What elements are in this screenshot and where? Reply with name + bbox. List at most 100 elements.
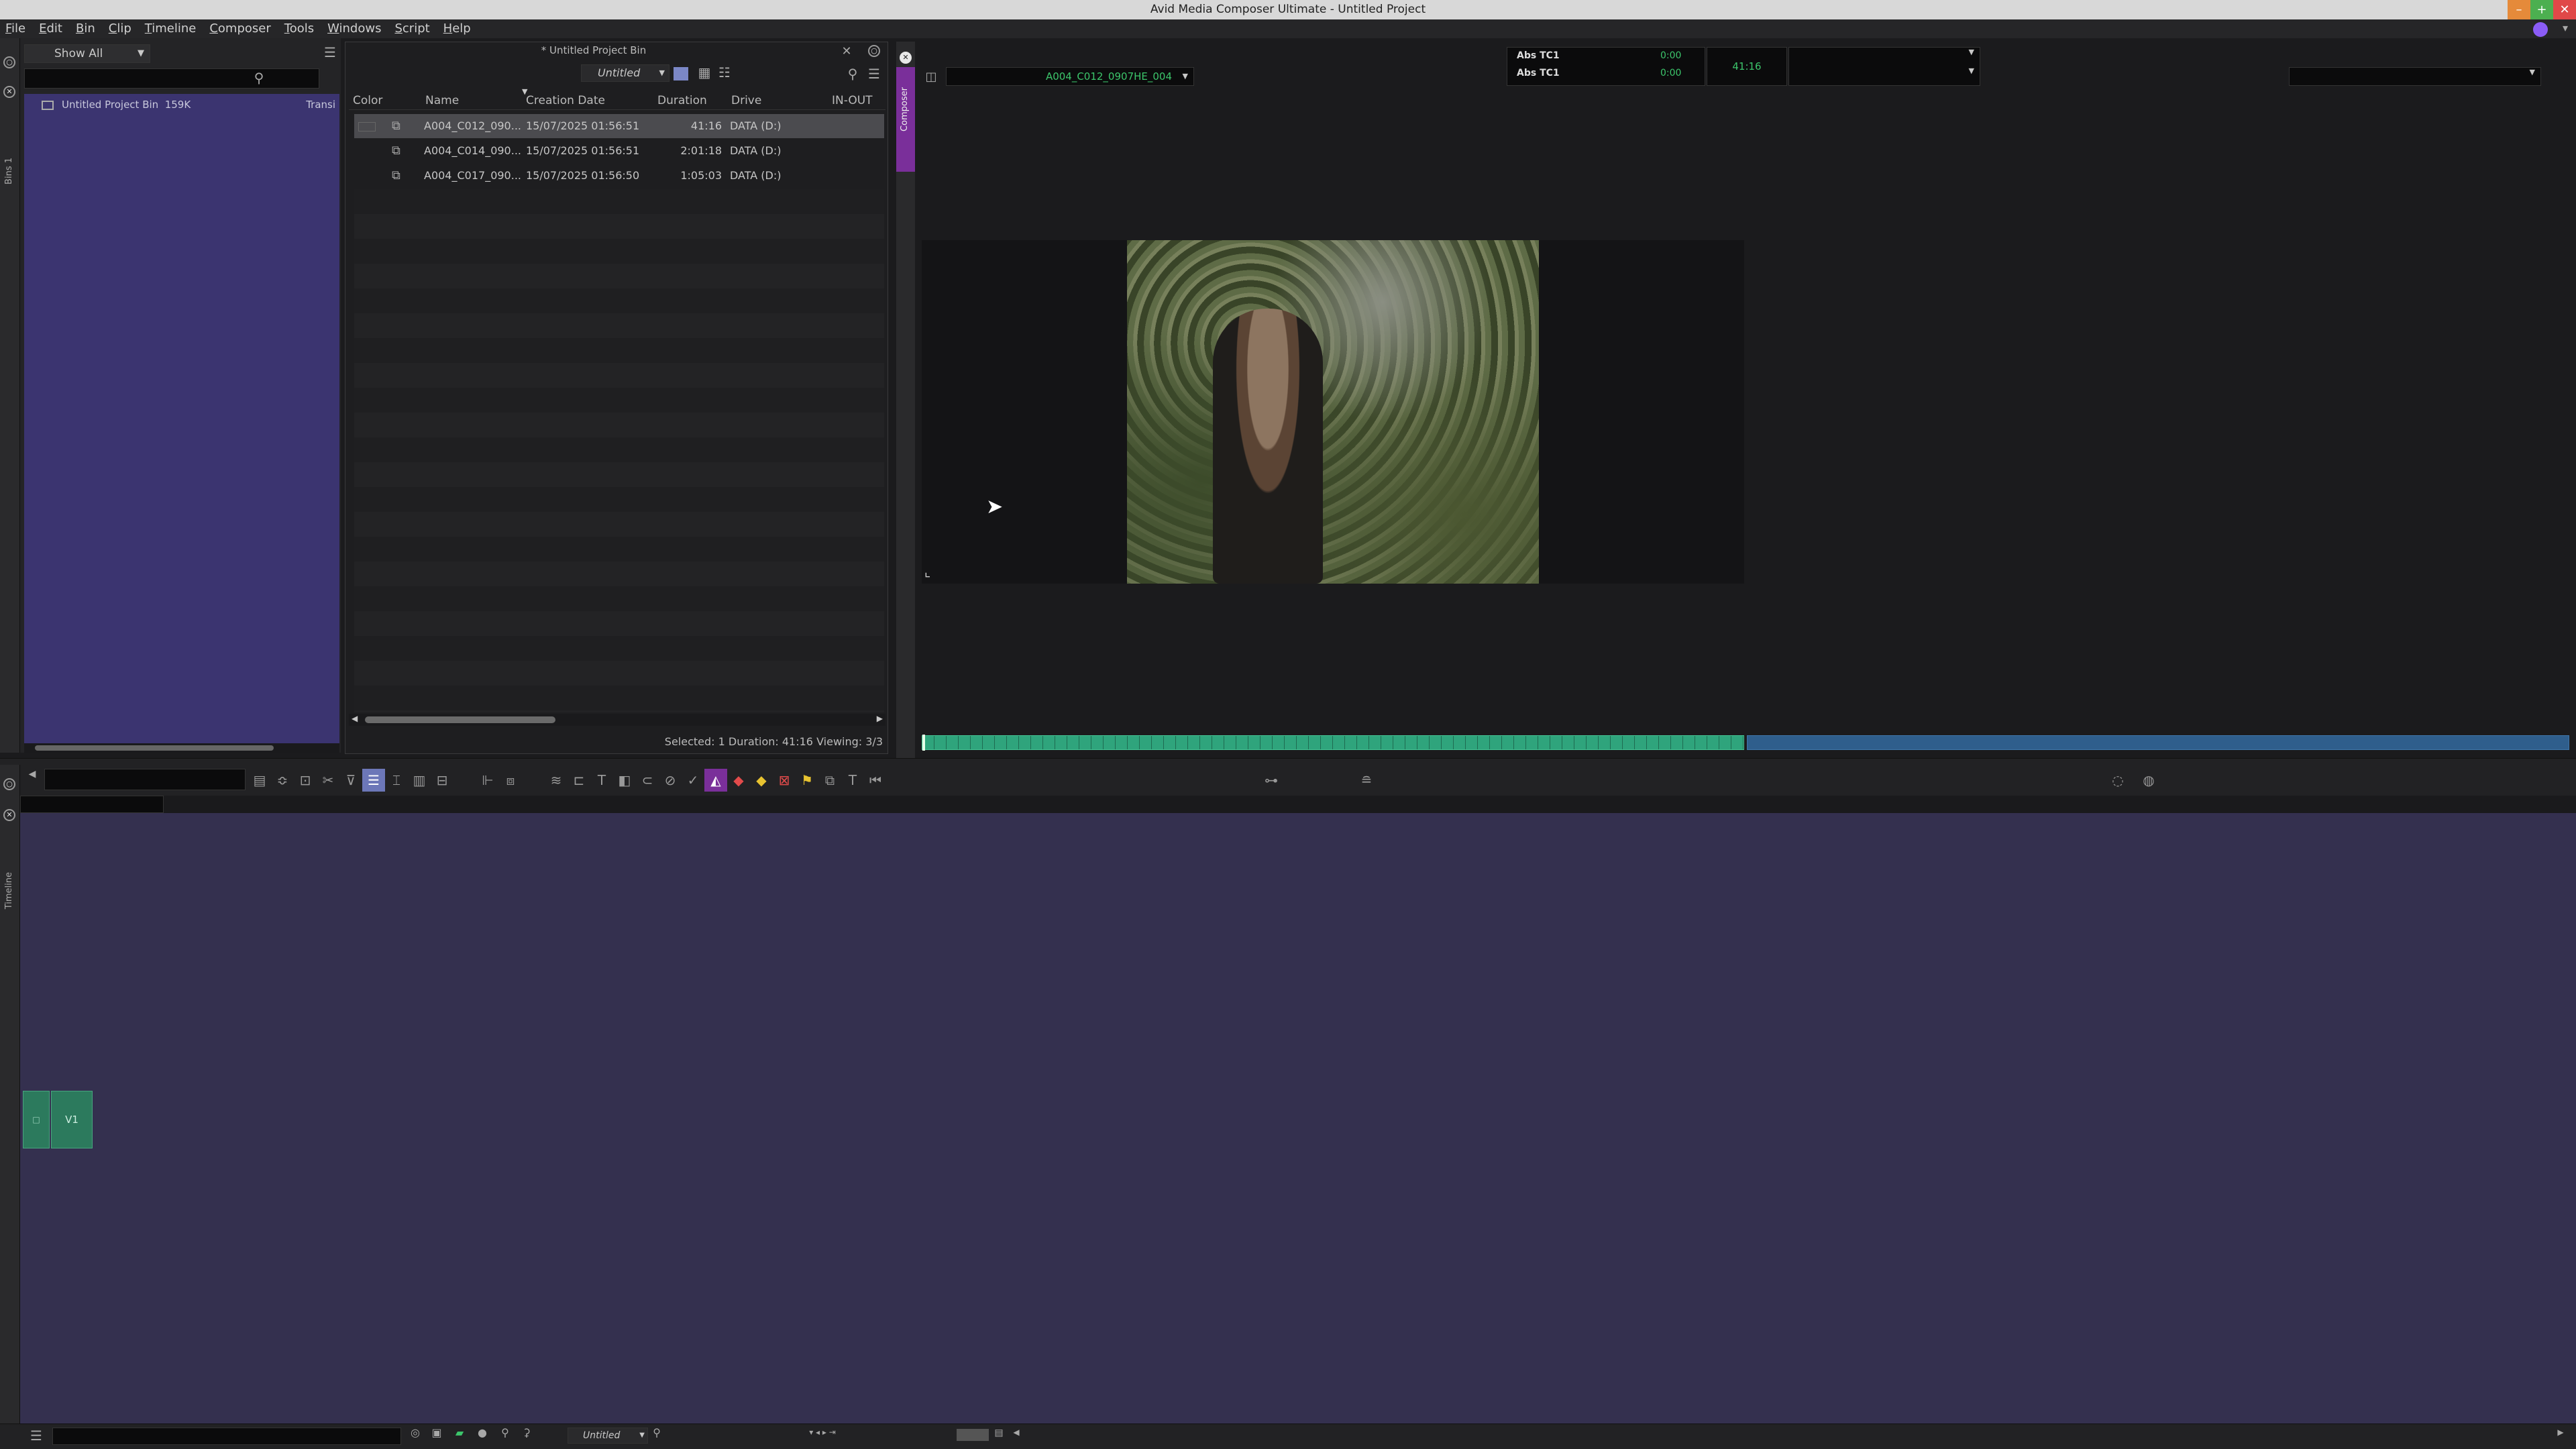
tc-row[interactable]: Abs TC1 0:00 ▼ [1517, 68, 1713, 84]
timeline-search-icon[interactable]: ⚲ [648, 1426, 665, 1439]
record-tool-icon[interactable]: ◆ [727, 769, 750, 792]
list-view-icon[interactable]: ☷ [715, 64, 734, 80]
video-frame[interactable] [1127, 240, 1539, 584]
composer-close-icon[interactable]: ✕ [900, 52, 912, 64]
source-position-bar[interactable] [922, 735, 1744, 751]
timeline-settings-icon[interactable]: ○ [3, 778, 15, 790]
project-settings-icon[interactable]: ○ [3, 56, 15, 68]
timeline-close-icon[interactable]: ✕ [3, 809, 15, 821]
clip-name-menu[interactable]: A004_C012_0907HE_004 ▼ [946, 67, 1194, 86]
scroll-right-icon[interactable]: ▶ [2553, 1428, 2568, 1437]
menu-tools[interactable]: Tools [284, 19, 314, 38]
flag-tool-icon[interactable]: ⚑ [796, 769, 818, 792]
bin-hscroll[interactable]: ◀ ▶ [349, 714, 885, 726]
column-creation-date[interactable]: Creation Date [526, 94, 605, 107]
toggle-left-icon[interactable]: ◀ [23, 769, 42, 780]
track-selector-v1[interactable]: V1 [51, 1091, 93, 1148]
script-view-icon[interactable]: ▦ [695, 64, 714, 80]
list-tool-icon[interactable]: ☰ [362, 769, 385, 792]
menu-dropdown-icon[interactable]: ▾ [2563, 21, 2568, 34]
zoom-toggle-icon[interactable]: ▤ [991, 1428, 1006, 1438]
close-icon[interactable]: ✕ [2553, 0, 2576, 19]
menu-help[interactable]: Help [443, 19, 471, 38]
play-tool-icon[interactable]: ◆ [750, 769, 773, 792]
bin-settings-icon[interactable]: ○ [868, 45, 880, 57]
scroll-right-icon[interactable]: ▶ [877, 714, 883, 723]
project-menu-icon[interactable]: ☰ [322, 44, 338, 60]
lift-tool-icon[interactable]: ⊏ [568, 769, 590, 792]
project-hscroll[interactable] [24, 743, 339, 753]
effect-tool-icon[interactable]: ◭ [704, 769, 727, 792]
minimize-icon[interactable]: – [2508, 0, 2530, 19]
column-in-out[interactable]: IN-OUT [832, 94, 873, 107]
source-tool-icon[interactable]: ⧉ [818, 769, 841, 792]
extract-tool-icon[interactable]: ⊂ [636, 769, 659, 792]
column-duration[interactable]: Duration [657, 94, 707, 107]
stop-tool-icon[interactable]: ⊘ [659, 769, 682, 792]
menu-windows[interactable]: Windows [327, 19, 381, 38]
column-drive[interactable]: Drive [731, 94, 761, 107]
layout-tool-icon[interactable]: ◧ [613, 769, 636, 792]
project-close-icon[interactable]: ✕ [3, 86, 15, 98]
sync-tool-icon[interactable]: ◌ [2106, 769, 2129, 792]
green-toggle-icon[interactable]: ▰ [451, 1426, 468, 1439]
sort-tool-icon[interactable]: ≘ [1355, 769, 1378, 792]
rewind-tool-icon[interactable]: ⏮ [864, 769, 887, 792]
timeline-name-field[interactable] [44, 769, 246, 790]
search-icon[interactable]: ⚲ [250, 70, 268, 86]
menu-bin[interactable]: Bin [76, 19, 95, 38]
text-tool-icon[interactable]: T [841, 769, 864, 792]
timeline-track-area[interactable] [20, 813, 2576, 1424]
pin-icon[interactable]: ⚲ [496, 1426, 514, 1439]
bin-close-icon[interactable]: ✕ [839, 44, 855, 58]
menu-file[interactable]: File [5, 19, 25, 38]
audio-mixer-icon[interactable]: ◎ [407, 1426, 424, 1439]
overwrite-tool-icon[interactable]: ⊽ [339, 769, 362, 792]
track-selector-source[interactable]: □ [23, 1091, 50, 1148]
bin-menu-tool-icon[interactable]: ▤ [248, 769, 271, 792]
video-monitor-icon[interactable]: ▣ [428, 1426, 445, 1439]
check-circle-icon[interactable]: ◍ [2137, 769, 2160, 792]
timeline-side-tab[interactable]: Timeline [4, 872, 14, 909]
project-bin-item[interactable]: Untitled Project Bin 159K Transi [42, 97, 337, 113]
timeline-ruler[interactable] [20, 796, 2576, 813]
mark-out-tool-icon[interactable]: ⊠ [773, 769, 796, 792]
trim-tool-icon[interactable]: ⌶ [385, 769, 408, 792]
menu-script[interactable]: Script [394, 19, 429, 38]
link-tool-icon[interactable]: ⊟ [431, 769, 453, 792]
color-swatch[interactable] [358, 122, 376, 131]
scroll-left-icon[interactable]: ◀ [1009, 1428, 1024, 1437]
playhead[interactable] [922, 735, 925, 751]
audio-tool-icon[interactable]: ≋ [545, 769, 568, 792]
composer-side-tab[interactable]: Composer [896, 67, 915, 172]
timeline-view-dropdown[interactable]: Untitled ▼ [568, 1428, 648, 1444]
footer-nav-icon[interactable]: ▾ ◂ ▸ ⇥ [796, 1428, 849, 1437]
title-tool-icon[interactable]: T [590, 769, 613, 792]
track-tool-icon[interactable]: ≎ [271, 769, 294, 792]
scroll-left-icon[interactable]: ◀ [352, 714, 358, 723]
segment-tool-icon[interactable]: ▥ [408, 769, 431, 792]
splice-tool-icon[interactable]: ✂ [317, 769, 339, 792]
bin-menu-icon[interactable]: ☰ [865, 66, 883, 82]
bins-side-tab[interactable]: Bins 1 [4, 158, 14, 184]
tc-row[interactable]: Abs TC1 0:00 ▼ [1517, 50, 1713, 66]
frame-view-button[interactable] [674, 67, 688, 80]
center-timecode[interactable]: 41:16 [1707, 47, 1787, 86]
project-hscroll-thumb[interactable] [35, 745, 274, 751]
timecode-display[interactable]: Abs TC1 0:00 ▼ Abs TC1 0:00 ▼ [1507, 47, 1713, 86]
bin-view-dropdown[interactable]: Untitled ▼ [581, 64, 669, 82]
column-color[interactable]: Color [353, 94, 382, 107]
timeline-tc-field[interactable] [20, 796, 164, 813]
record-clip-menu[interactable]: ▼ ▼ [1788, 47, 1980, 86]
bin-search-icon[interactable]: ⚲ [844, 66, 861, 82]
monitor-tool-icon[interactable]: ⧈ [499, 769, 522, 792]
down-pin-icon[interactable]: ⚳ [518, 1426, 535, 1439]
menu-clip[interactable]: Clip [109, 19, 131, 38]
show-all-dropdown[interactable]: Show All ▼ [24, 44, 150, 63]
zoom-tool-icon[interactable]: ⊶ [1260, 769, 1283, 792]
bin-row[interactable]: ⧉ A004_C012_090... 15/07/2025 01:56:51 4… [354, 114, 884, 138]
bin-row[interactable]: ⧉ A004_C014_090... 15/07/2025 01:56:51 2… [354, 139, 884, 163]
user-icon[interactable] [2533, 22, 2548, 37]
clip-tool-icon[interactable]: ⊡ [294, 769, 317, 792]
project-search-field[interactable] [24, 68, 319, 89]
